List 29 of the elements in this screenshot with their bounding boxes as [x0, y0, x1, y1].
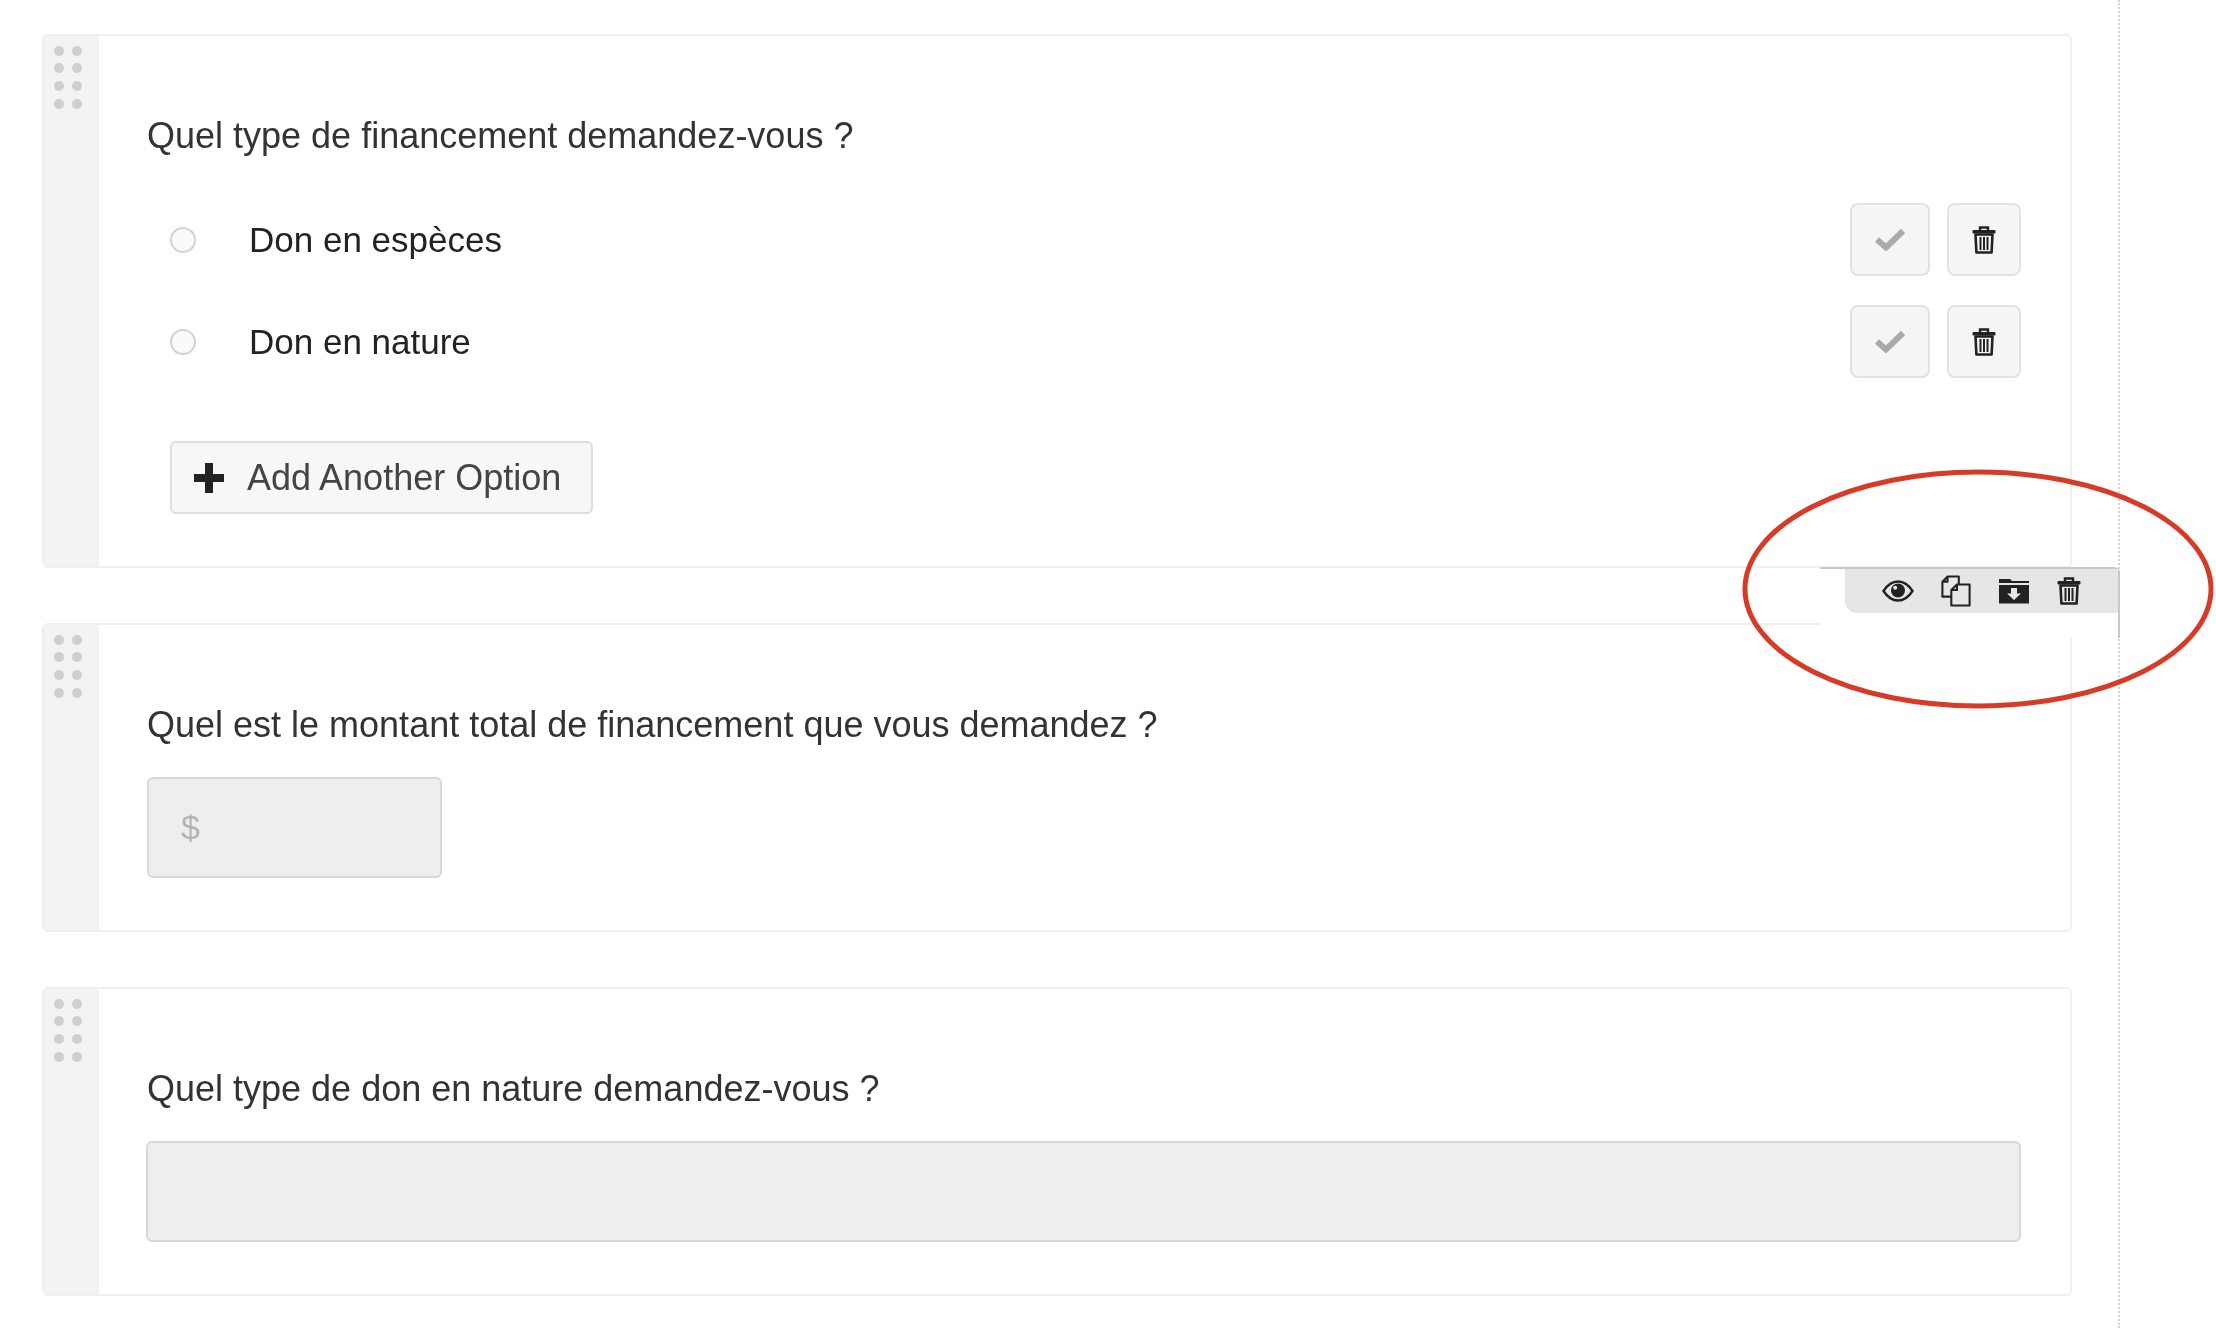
question-title: Quel type de don en nature demandez-vous ?	[147, 1068, 880, 1110]
radio-button[interactable]	[170, 328, 196, 355]
copy-icon[interactable]	[1941, 575, 1971, 607]
eye-icon[interactable]	[1882, 580, 1914, 602]
drag-handle[interactable]	[44, 36, 99, 566]
trash-icon	[1972, 225, 1996, 254]
delete-button[interactable]	[1947, 305, 2021, 378]
check-button[interactable]	[1850, 305, 1930, 378]
text-field[interactable]	[146, 1141, 2021, 1242]
drag-handle[interactable]	[44, 989, 99, 1294]
check-icon	[1875, 228, 1905, 251]
grip-icon	[54, 46, 82, 109]
grip-icon	[54, 635, 82, 698]
delete-button[interactable]	[1947, 203, 2021, 276]
drag-handle[interactable]	[44, 625, 99, 930]
add-option-button[interactable]: Add Another Option	[170, 441, 594, 514]
question-title: Quel type de financement demandez-vous ?	[147, 115, 854, 157]
grip-icon	[54, 999, 82, 1062]
option-label: Don en espèces	[249, 218, 502, 261]
trash-icon[interactable]	[2057, 577, 2081, 605]
radio-button[interactable]	[170, 226, 196, 253]
plus-icon	[194, 462, 224, 493]
check-icon	[1875, 330, 1905, 353]
trash-icon	[1972, 327, 1996, 356]
option-label: Don en nature	[249, 320, 471, 363]
question-title: Quel est le montant total de financement que vous demandez ?	[147, 704, 1158, 746]
check-button[interactable]	[1850, 203, 1930, 276]
amount-field[interactable]: $	[147, 777, 442, 878]
folder-download-icon[interactable]	[1998, 578, 2030, 604]
